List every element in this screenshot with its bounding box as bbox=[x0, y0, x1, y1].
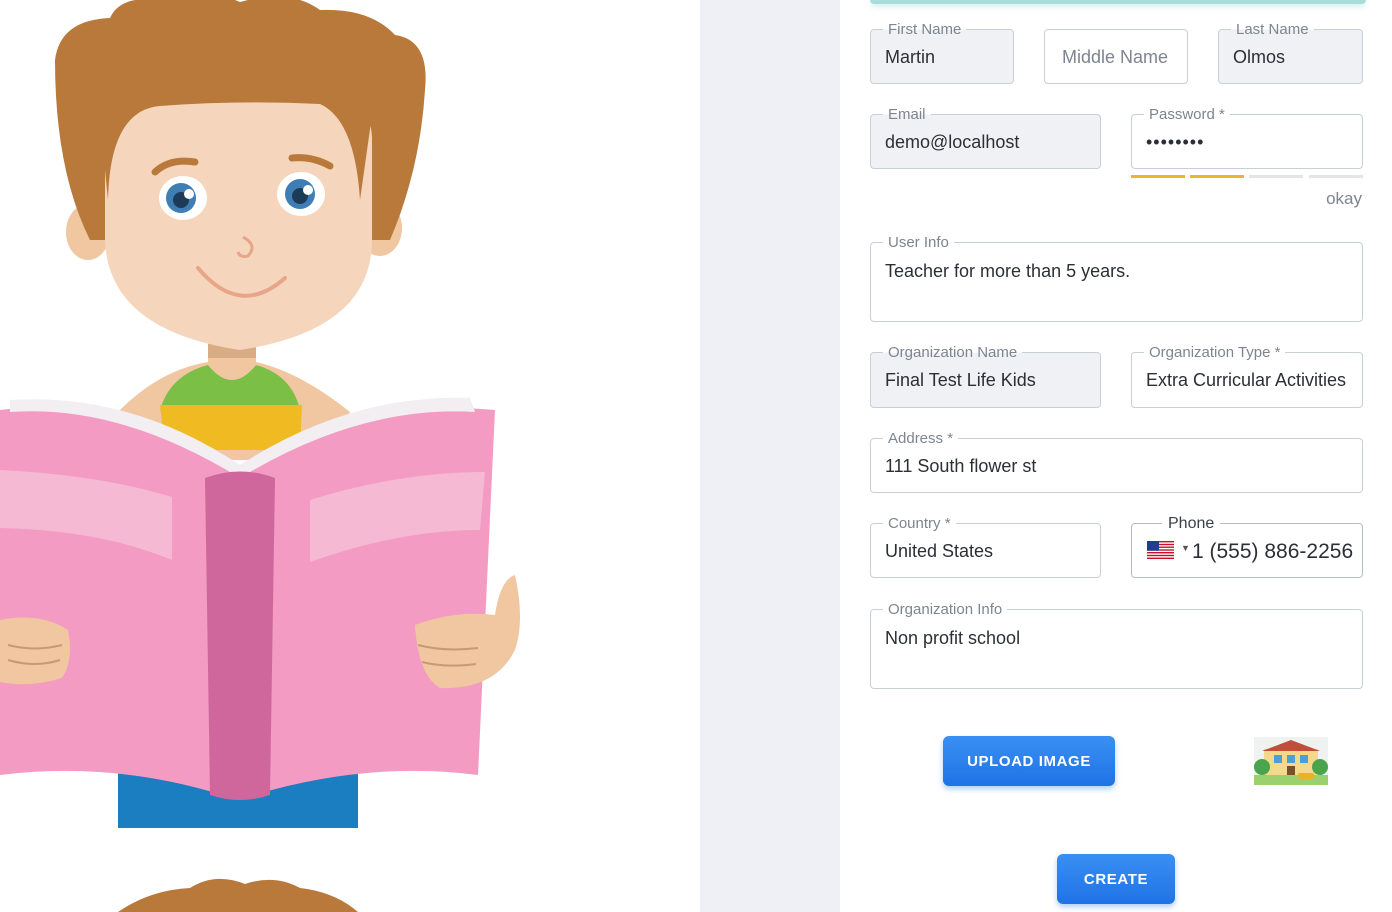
strength-segment bbox=[1190, 175, 1244, 178]
password-label: Password * bbox=[1144, 106, 1230, 123]
strength-segment bbox=[1249, 175, 1303, 178]
organization-type-value: Extra Curricular Activities bbox=[1146, 370, 1347, 390]
user-info-value: Teacher for more than 5 years. bbox=[885, 261, 1131, 281]
organization-info-value: Non profit school bbox=[885, 628, 1021, 648]
last-name-field[interactable]: Last Name Olmos bbox=[1218, 21, 1363, 84]
organization-info-label: Organization Info bbox=[883, 601, 1008, 618]
email-label: Email bbox=[883, 106, 931, 123]
upload-image-button[interactable]: UPLOAD IMAGE bbox=[943, 736, 1115, 786]
uploaded-image-thumbnail bbox=[1254, 737, 1328, 785]
signup-page: First Name Martin Middle Name Last Name … bbox=[0, 0, 1392, 912]
last-name-label: Last Name bbox=[1231, 21, 1314, 38]
phone-field[interactable]: Phone ▼ 1 (555) 886-2256 bbox=[1131, 515, 1363, 578]
password-strength-meter bbox=[1131, 175, 1363, 178]
strength-segment bbox=[1131, 175, 1185, 178]
create-button[interactable]: CREATE bbox=[1057, 854, 1175, 904]
first-name-value: Martin bbox=[885, 47, 936, 67]
country-value: United States bbox=[885, 541, 994, 561]
first-name-field[interactable]: First Name Martin bbox=[870, 21, 1014, 84]
strength-segment bbox=[1309, 175, 1363, 178]
organization-info-field[interactable]: Organization Info Non profit school bbox=[870, 601, 1363, 689]
email-field[interactable]: Email demo@localhost bbox=[870, 106, 1101, 169]
address-field[interactable]: Address * 111 South flower st bbox=[870, 430, 1363, 493]
country-label: Country * bbox=[883, 515, 956, 532]
country-field[interactable]: Country * United States bbox=[870, 515, 1101, 578]
phone-label: Phone bbox=[1162, 515, 1221, 532]
address-label: Address * bbox=[883, 430, 959, 447]
last-name-value: Olmos bbox=[1233, 47, 1286, 67]
phone-value: 1 (555) 886-2256 bbox=[1192, 540, 1354, 563]
card-top-edge bbox=[870, 0, 1366, 4]
organization-name-field[interactable]: Organization Name Final Test Life Kids bbox=[870, 344, 1101, 408]
user-info-field[interactable]: User Info Teacher for more than 5 years. bbox=[870, 234, 1363, 322]
middle-name-field[interactable]: Middle Name bbox=[1044, 29, 1188, 84]
first-name-label: First Name bbox=[883, 21, 967, 38]
organization-type-field[interactable]: Organization Type * Extra Curricular Act… bbox=[1131, 344, 1363, 408]
boy-reading-illustration bbox=[0, 0, 520, 912]
illustration-panel bbox=[0, 0, 700, 912]
user-info-label: User Info bbox=[883, 234, 954, 251]
us-flag-icon[interactable] bbox=[1147, 541, 1174, 559]
address-value: 111 South flower st bbox=[885, 456, 1037, 476]
email-value: demo@localhost bbox=[885, 132, 1020, 152]
password-field[interactable]: Password * •••••••• bbox=[1131, 106, 1363, 169]
password-value: •••••••• bbox=[1146, 132, 1205, 152]
organization-type-label: Organization Type * bbox=[1144, 344, 1286, 361]
middle-name-placeholder: Middle Name bbox=[1062, 47, 1169, 67]
background-gutter bbox=[700, 0, 840, 912]
password-strength-text: okay bbox=[1326, 189, 1362, 208]
organization-name-label: Organization Name bbox=[883, 344, 1023, 361]
organization-name-value: Final Test Life Kids bbox=[885, 370, 1036, 390]
chevron-down-icon[interactable]: ▼ bbox=[1181, 543, 1190, 553]
